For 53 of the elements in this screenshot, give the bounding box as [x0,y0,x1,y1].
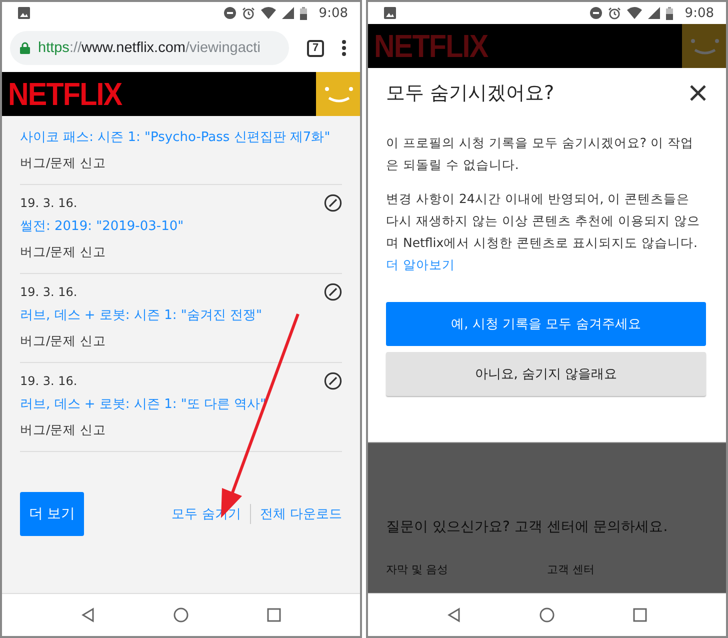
dialog-paragraph: 변경 사항이 24시간 이내에 반영되어, 이 콘텐츠들은 다시 재생하지 않는 이상 콘텐츠 추천에 이용되지 않으며 Netflix에서 시청한 콘텐츠로 표시되지도 않습니다. 더 알아보기 [386,190,701,274]
report-link[interactable]: 버그/문제 신고 [20,243,342,261]
title-link[interactable]: 썰전: 2019: "2019-03-10" [20,217,342,237]
recents-icon[interactable] [633,608,647,622]
help-text: 질문이 있으신가요? 고객 센터에 문의하세요. [386,518,669,536]
title-link[interactable]: 러브, 데스 + 로봇: 시즌 1: "숨겨진 전쟁" [20,306,342,326]
tab-count-button[interactable]: 7 [307,40,324,56]
alarm-icon [608,6,621,20]
cancel-button[interactable]: 아니요, 숨기지 않을래요 [386,352,706,396]
do-not-disturb-icon [590,7,602,19]
netflix-logo[interactable]: NETFLIX [8,76,122,112]
confirm-button[interactable]: 예, 시청 기록을 모두 숨겨주세요 [386,302,706,346]
footer-link[interactable]: 자막 및 음성 [386,562,547,577]
wifi-icon [626,7,642,19]
action-link[interactable]: 전체 다운로드 [260,505,342,523]
date-text: 19. 3. 16. [20,196,78,210]
lock-icon [20,42,30,54]
netflix-logo: NETFLIX [374,28,488,64]
menu-icon[interactable] [342,40,346,56]
home-icon[interactable] [173,607,189,623]
smiley-avatar-icon [682,24,726,68]
battery-icon [666,6,673,20]
footer-link[interactable]: 고객 센터 [547,562,708,577]
dialog-paragraph: 이 프로필의 시청 기록을 모두 숨기시겠어요? 이 작업은 되돌릴 수 없습니다. [386,134,694,174]
status-time: 9:08 [684,6,714,20]
do-not-disturb-icon [224,7,236,19]
hide-icon[interactable] [324,194,342,212]
hide-icon[interactable] [324,372,342,390]
back-icon[interactable] [81,607,95,623]
battery-icon [300,6,307,20]
date-text: 19. 3. 16. [20,285,78,299]
report-link[interactable]: 버그/문제 신고 [20,421,342,439]
dialog-title: 모두 숨기시겠어요? [386,81,554,106]
signal-icon [648,7,660,19]
hide-icon[interactable] [324,283,342,301]
url-text: https://www.netflix.com/viewingacti [38,40,260,56]
status-time: 9:08 [318,6,348,20]
image-icon [18,7,30,19]
address-bar[interactable]: https://www.netflix.com/viewingacti [10,31,289,65]
report-link[interactable]: 버그/문제 신고 [20,154,342,172]
alarm-icon [242,6,255,20]
date-text: 19. 3. 16. [20,374,78,388]
image-icon [384,7,396,19]
recents-icon[interactable] [267,608,281,622]
learn-more-link[interactable]: 더 알아보기 [386,257,455,272]
home-icon[interactable] [539,607,555,623]
wifi-icon [260,7,276,19]
close-icon[interactable] [690,85,706,101]
signal-icon [282,7,294,19]
title-link[interactable]: 사이코 패스: 시즌 1: "Psycho-Pass 신편집판 제7화" [20,128,342,148]
back-icon[interactable] [447,607,461,623]
more-button[interactable]: 더 보기 [20,492,84,536]
report-link[interactable]: 버그/문제 신고 [20,332,342,350]
